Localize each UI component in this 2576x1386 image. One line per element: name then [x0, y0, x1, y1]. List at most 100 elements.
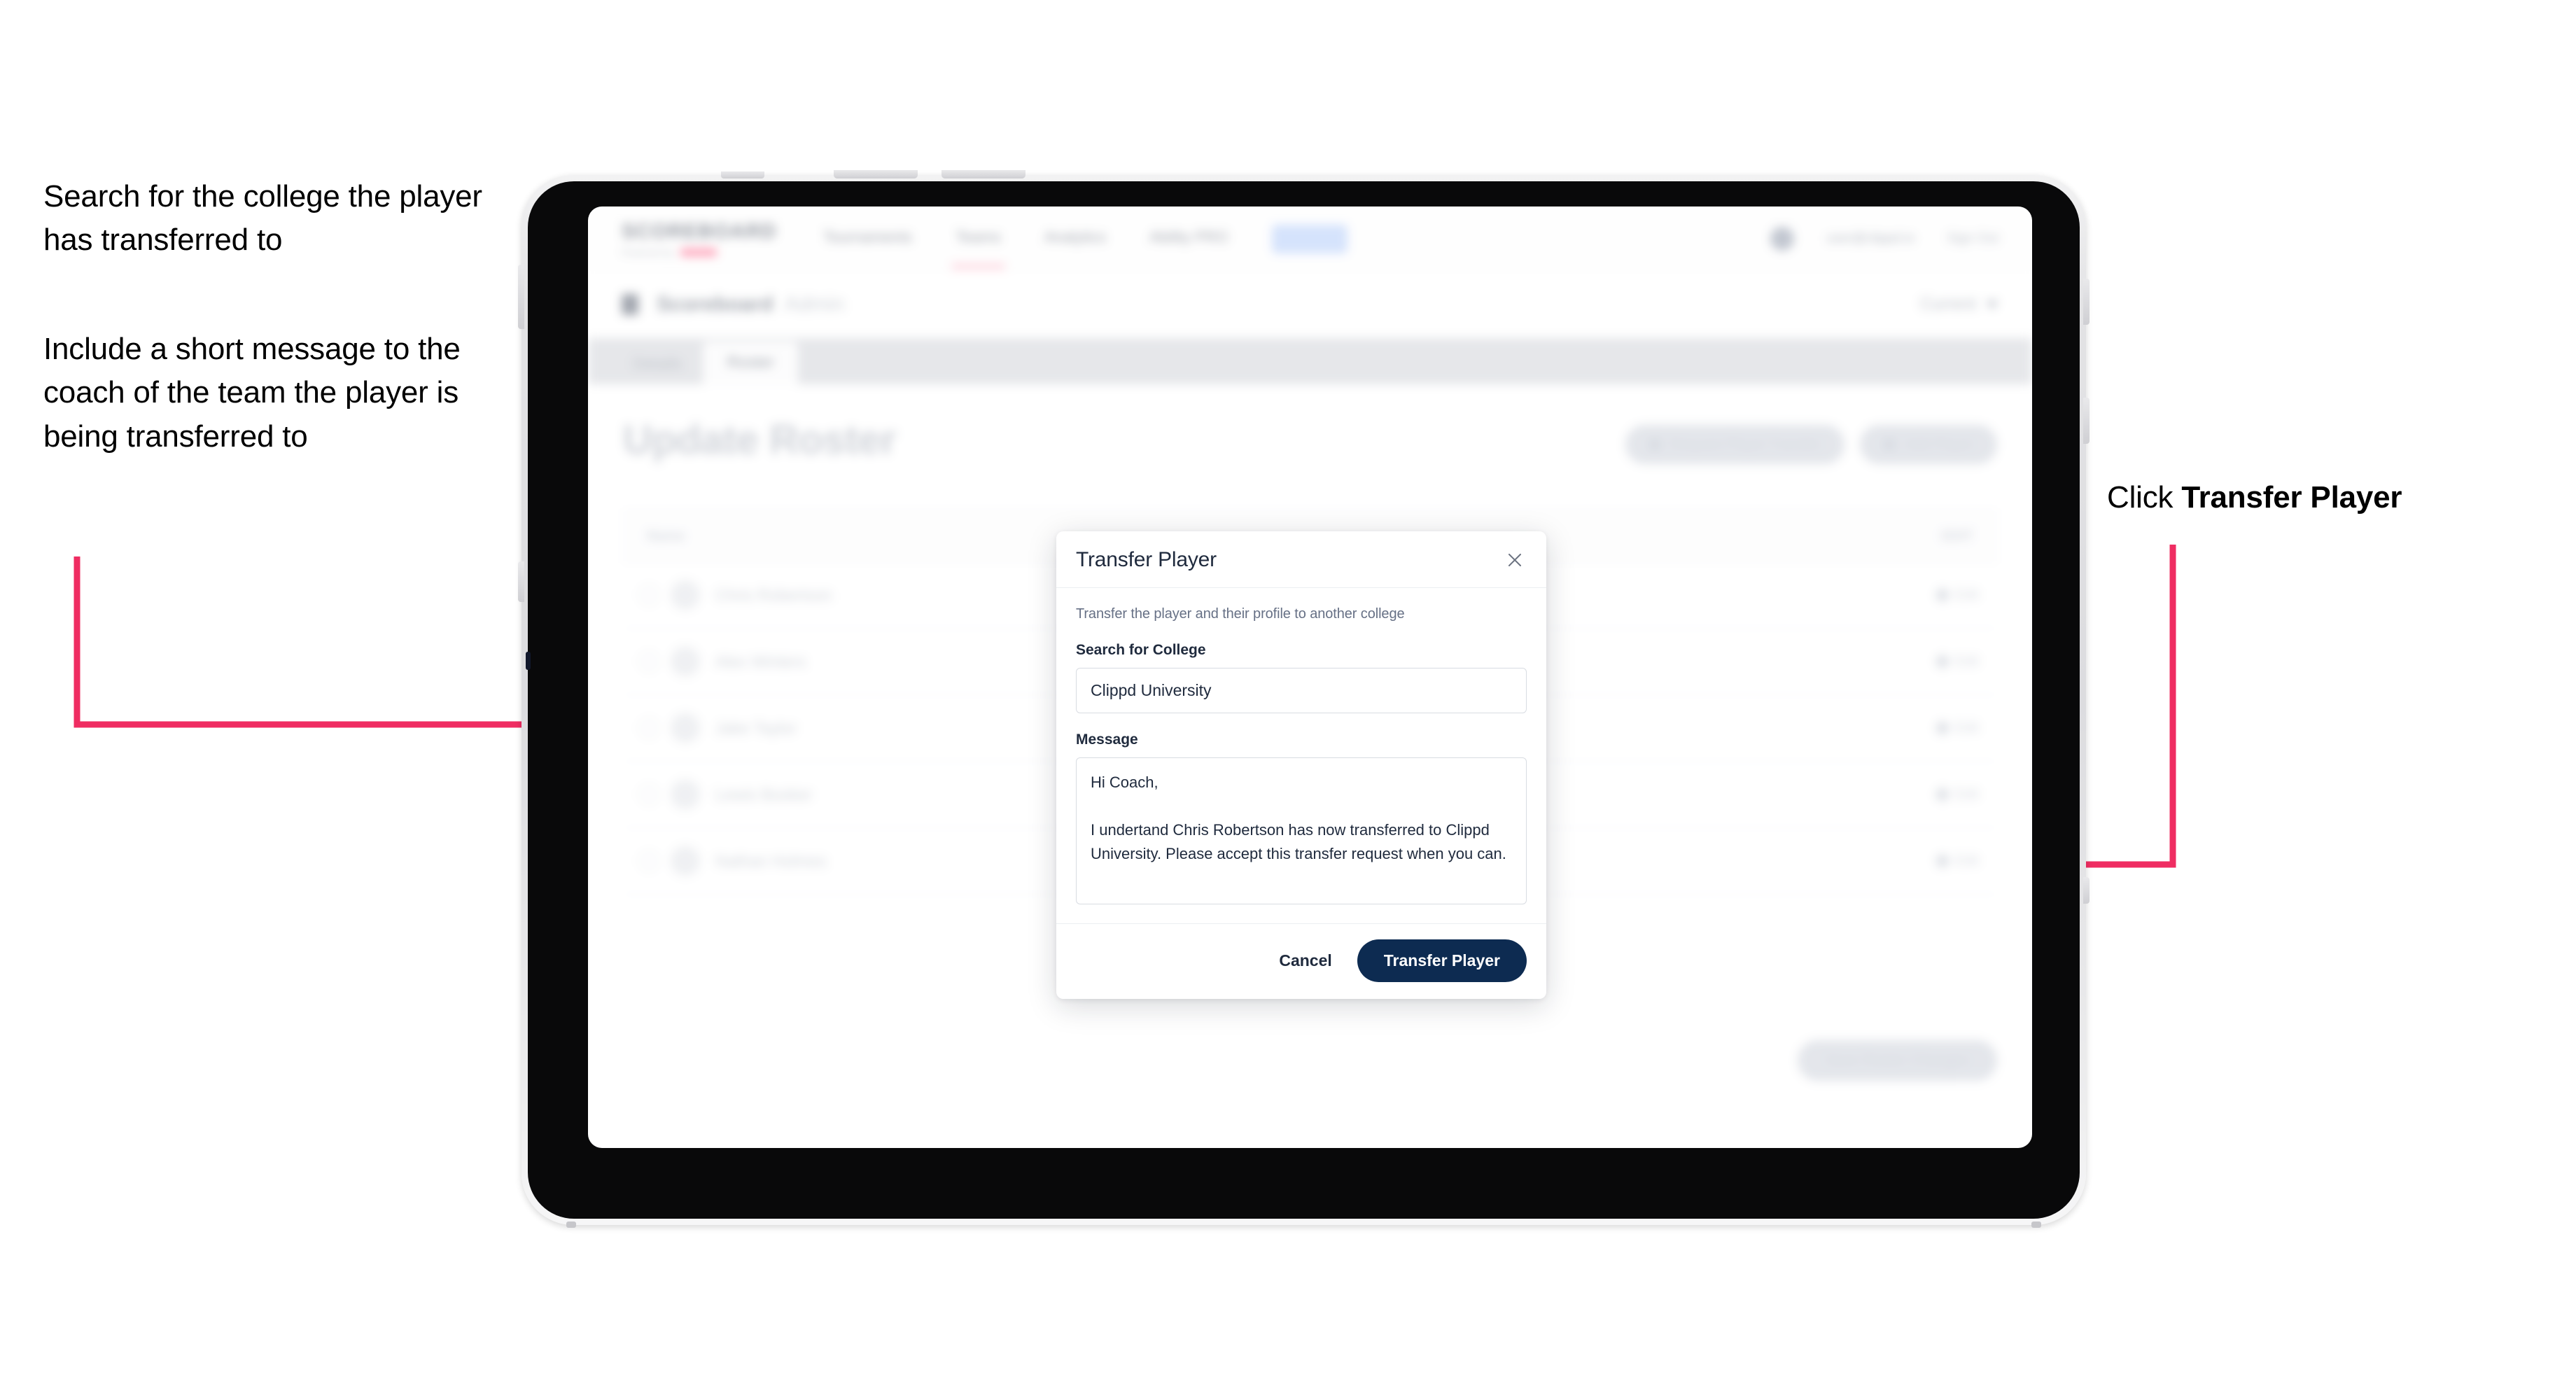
breadcrumb-title: Scoreboard — [657, 293, 774, 316]
search-college-label: Search for College — [1076, 642, 1206, 658]
user-email: user@clippd.io — [1826, 231, 1915, 246]
row-checkbox[interactable] — [640, 852, 658, 870]
pencil-icon — [1934, 720, 1950, 736]
modal-body: Transfer the player and their profile to… — [1056, 588, 1546, 923]
row-checkbox[interactable] — [640, 586, 658, 604]
avatar — [671, 780, 700, 809]
page-actions: Request Player Transfer Add Player — [1625, 425, 1997, 464]
pencil-icon — [1934, 587, 1950, 603]
column-header-name: Name — [647, 528, 685, 544]
add-player-button[interactable]: Add Player — [1860, 425, 1997, 464]
hardware-button-right-1 — [2083, 279, 2090, 325]
tab-roster[interactable]: Roster — [703, 342, 799, 384]
tablet-bezel: SCOREBOARD Powered by Tournaments Teams … — [526, 181, 2080, 1219]
edit-label: Edit — [1954, 853, 1979, 869]
modal-subtitle: Transfer the player and their profile to… — [1076, 606, 1405, 622]
building-icon — [622, 294, 638, 315]
tablet-screen: SCOREBOARD Powered by Tournaments Teams … — [588, 206, 2032, 1148]
nav-item-tournaments[interactable]: Tournaments — [823, 228, 912, 249]
row-checkbox[interactable] — [640, 785, 658, 804]
edit-button[interactable]: Edit — [1934, 587, 1979, 603]
close-icon[interactable] — [1503, 548, 1527, 572]
save-roster-changes-button[interactable]: Save Roster Changes — [1797, 1040, 1997, 1081]
pencil-icon — [1934, 853, 1950, 869]
breadcrumb-selector[interactable]: Current — [1920, 295, 1998, 314]
avatar — [671, 580, 700, 610]
plus-icon — [1884, 439, 1896, 450]
row-checkbox[interactable] — [640, 719, 658, 737]
nav-item-ability-pro[interactable]: Ability PRO — [1149, 228, 1228, 249]
hardware-button-left-1 — [518, 265, 524, 329]
brand-accent-pill — [680, 248, 717, 256]
edit-button[interactable]: Edit — [1934, 786, 1979, 803]
annotation-click-transfer: Click Transfer Player — [2107, 476, 2541, 519]
modal-footer: Cancel Transfer Player — [1056, 923, 1546, 999]
annotation-click-target: Transfer Player — [2181, 480, 2402, 514]
breadcrumb-selector-label: Current — [1919, 295, 1976, 314]
edit-label: Edit — [1954, 653, 1979, 669]
hardware-foot-left — [566, 1222, 576, 1228]
avatar — [671, 846, 700, 876]
nav-item-admin[interactable]: Admin — [1271, 224, 1348, 253]
hardware-button-left-2 — [518, 561, 524, 602]
app-header: SCOREBOARD Powered by Tournaments Teams … — [588, 206, 2032, 272]
main-nav: Tournaments Teams Analytics Ability PRO … — [823, 224, 1348, 269]
row-checkbox[interactable] — [640, 652, 658, 671]
tablet-device: SCOREBOARD Powered by Tournaments Teams … — [518, 170, 2090, 1228]
brand-logo[interactable]: SCOREBOARD Powered by — [622, 220, 777, 258]
edit-button[interactable]: Edit — [1934, 853, 1979, 869]
avatar[interactable] — [1770, 227, 1795, 251]
breadcrumb-subtitle: Admin — [784, 293, 844, 316]
transfer-player-button[interactable]: Transfer Player — [1357, 939, 1527, 982]
cancel-button[interactable]: Cancel — [1275, 951, 1336, 971]
avatar — [671, 713, 700, 743]
column-header-edit: EDIT — [1941, 528, 1973, 544]
add-player-label: Add Player — [1905, 436, 1973, 452]
tab-bar: Details Roster — [588, 338, 2032, 384]
annotation-search-college: Search for the college the player has tr… — [43, 179, 482, 258]
transfer-icon — [1648, 439, 1660, 450]
message-label: Message — [1076, 732, 1138, 748]
message-textarea[interactable] — [1076, 757, 1527, 904]
edit-button[interactable]: Edit — [1934, 653, 1979, 670]
edit-label: Edit — [1954, 720, 1979, 736]
annotation-click-prefix: Click — [2107, 480, 2182, 514]
hardware-button-right-3 — [2083, 877, 2090, 904]
avatar — [671, 647, 700, 676]
hardware-button-top-1 — [721, 172, 764, 178]
brand-sub: Powered by — [622, 247, 769, 258]
close-icon-svg — [1508, 554, 1521, 566]
hardware-button-top-3 — [941, 170, 1026, 178]
nav-item-teams[interactable]: Teams — [951, 228, 1005, 269]
edit-label: Edit — [1954, 587, 1979, 603]
sign-out-link[interactable]: Sign Out — [1947, 231, 1998, 246]
annotation-include-message: Include a short message to the coach of … — [43, 332, 461, 454]
hardware-foot-right — [2031, 1222, 2041, 1228]
pencil-icon — [1934, 653, 1950, 670]
brand-sub-text: Powered by — [622, 246, 674, 258]
hardware-button-top-2 — [834, 170, 918, 178]
player-name: Jake Taylor — [715, 718, 797, 737]
transfer-player-modal: Transfer Player Transfer the player and … — [1056, 531, 1546, 999]
edit-label: Edit — [1954, 786, 1979, 802]
request-player-transfer-button[interactable]: Request Player Transfer — [1625, 425, 1845, 464]
chevron-down-icon — [1986, 300, 1998, 309]
edit-button[interactable]: Edit — [1934, 720, 1979, 736]
search-college-input[interactable] — [1076, 668, 1527, 713]
front-camera-icon — [526, 652, 531, 670]
brand-wordmark: SCOREBOARD — [622, 220, 777, 243]
request-player-transfer-label: Request Player Transfer — [1670, 436, 1821, 452]
player-name: Chris Robertson — [715, 585, 832, 604]
player-name: Lewis Booker — [715, 785, 813, 804]
modal-header: Transfer Player — [1056, 531, 1546, 588]
nav-item-analytics[interactable]: Analytics — [1044, 228, 1106, 249]
hardware-button-right-2 — [2083, 398, 2090, 444]
modal-title: Transfer Player — [1076, 548, 1217, 571]
player-name: Nathan Holmes — [715, 851, 827, 870]
breadcrumb: Scoreboard Admin Current — [588, 271, 2032, 339]
tab-details[interactable]: Details — [612, 346, 703, 384]
page-title: Update Roster — [623, 417, 896, 463]
header-user-area: user@clippd.io Sign Out — [1770, 227, 1998, 251]
pencil-icon — [1934, 786, 1950, 803]
player-name: Alex Winters — [715, 652, 806, 671]
